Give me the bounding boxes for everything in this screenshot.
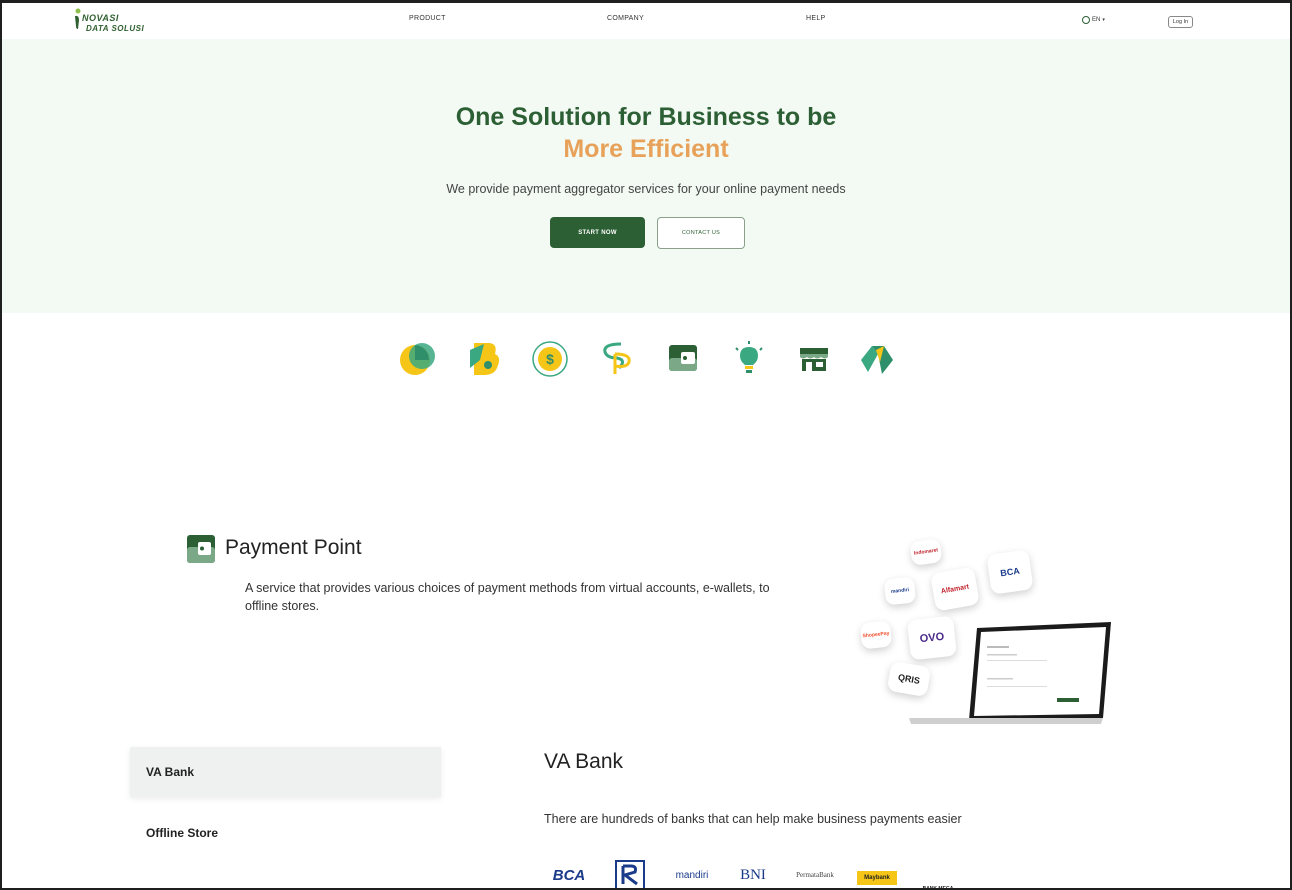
badge-alfamart: Alfamart bbox=[930, 566, 980, 612]
bank-logo-bca: BCA bbox=[552, 866, 586, 884]
start-now-button[interactable]: START NOW bbox=[550, 217, 645, 248]
va-bank-title: VA Bank bbox=[544, 750, 623, 773]
navbar: NOVASI DATA SOLUSI PRODUCT COMPANY HELP … bbox=[2, 3, 1290, 39]
contact-us-button[interactable]: CONTACT US bbox=[657, 217, 745, 249]
company-logo[interactable]: NOVASI DATA SOLUSI bbox=[70, 8, 150, 36]
bank-logo-maybank: Maybank bbox=[857, 871, 897, 885]
b-letter-icon[interactable] bbox=[466, 340, 504, 378]
svg-text:$: $ bbox=[546, 351, 554, 367]
badge-indomaret: Indomaret bbox=[909, 538, 943, 566]
badge-shopeepay: ShopeePay bbox=[859, 620, 893, 650]
hero-section: One Solution for Business to be More Eff… bbox=[2, 39, 1290, 313]
hero-description: We provide payment aggregator services f… bbox=[446, 182, 846, 196]
bri-icon bbox=[615, 860, 645, 888]
badge-ovo: OVO bbox=[907, 615, 957, 661]
tab-offline-store[interactable]: Offline Store bbox=[130, 808, 441, 858]
wallet-icon[interactable] bbox=[665, 340, 703, 378]
nav-help[interactable]: HELP bbox=[806, 15, 826, 22]
va-bank-description: There are hundreds of banks that can hel… bbox=[544, 812, 962, 826]
lightbulb-icon[interactable] bbox=[730, 340, 768, 378]
bank-logo-mandiri: mandiri bbox=[675, 869, 709, 881]
bank-logo-permata: PermataBank bbox=[796, 871, 834, 879]
tab-va-bank[interactable]: VA Bank bbox=[130, 747, 441, 797]
language-selector[interactable]: EN ▾ bbox=[1082, 16, 1105, 24]
browser-frame: NOVASI DATA SOLUSI PRODUCT COMPANY HELP … bbox=[0, 0, 1292, 890]
badge-qris: QRIS bbox=[886, 660, 932, 698]
nav-company[interactable]: COMPANY bbox=[607, 15, 644, 22]
badge-mandiri: mandiri bbox=[883, 576, 917, 606]
bank-logo-mega: BANK MEGA bbox=[922, 886, 954, 890]
globe-icon bbox=[1082, 16, 1090, 24]
hero-title: One Solution for Business to be bbox=[455, 103, 837, 131]
payment-point-description: A service that provides various choices … bbox=[245, 581, 770, 613]
payment-point-wallet-icon bbox=[187, 535, 215, 563]
caret-down-icon: ▾ bbox=[1102, 17, 1105, 23]
store-icon[interactable] bbox=[795, 340, 833, 378]
diamond-logo-icon[interactable] bbox=[858, 340, 896, 378]
payment-illustration: Indomaret BCA mandiri Alfamart ShopeePay… bbox=[857, 538, 1117, 728]
login-button[interactable]: Log In bbox=[1168, 16, 1193, 28]
logo-text-bottom: DATA SOLUSI bbox=[86, 24, 145, 33]
dollar-coin-icon[interactable]: $ bbox=[531, 340, 569, 378]
logo-text-top: NOVASI bbox=[82, 13, 119, 23]
hero-highlight: More Efficient bbox=[563, 135, 729, 163]
pie-chart-icon[interactable] bbox=[399, 340, 437, 378]
sp-letter-icon[interactable] bbox=[597, 340, 635, 378]
language-label: EN bbox=[1092, 17, 1101, 23]
badge-bca: BCA bbox=[986, 549, 1034, 595]
payment-point-title: Payment Point bbox=[225, 536, 362, 559]
nav-product[interactable]: PRODUCT bbox=[409, 15, 446, 22]
bank-logo-bri bbox=[614, 858, 646, 888]
bank-logo-bni: BNI bbox=[740, 866, 766, 883]
